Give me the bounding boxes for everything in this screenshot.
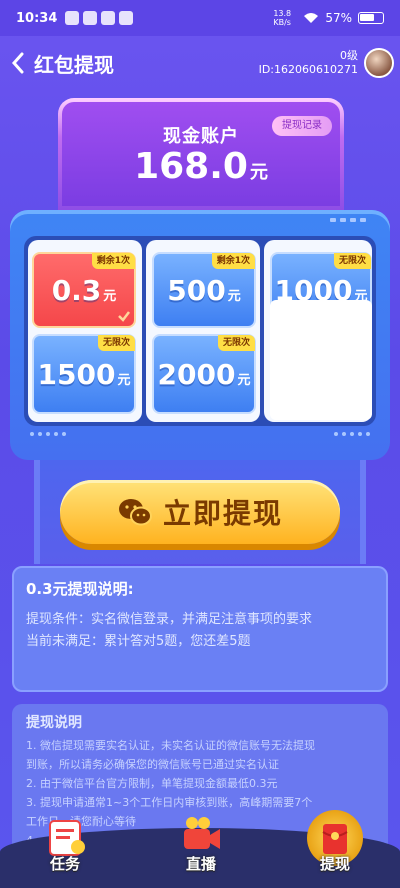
decor-bar [330, 218, 366, 222]
battery-text: 57% [325, 11, 352, 25]
nav-tasks[interactable]: 任务 [30, 810, 100, 888]
app-notification-icon [83, 11, 98, 25]
explain-title: 0.3元提现说明: [26, 580, 134, 598]
decor-dots [30, 432, 66, 436]
option-badge: 剩余1次 [91, 253, 135, 269]
option-0-3[interactable]: 0.3 元 剩余1次 [32, 252, 136, 328]
option-amount: 500 [167, 273, 226, 307]
withdraw-options-frame: 0.3 元 剩余1次 500 元 剩余1次 1000 元 无限次 1500 元 无限次 … [10, 210, 390, 460]
app-notification-icon [65, 11, 80, 25]
back-icon[interactable] [6, 51, 30, 75]
avatar[interactable] [364, 48, 394, 78]
rules-line: 2. 由于微信平台官方限制，单笔提现金额最低0.3元 [26, 777, 278, 790]
option-unit: 元 [237, 372, 251, 388]
app-notification-icon [119, 11, 134, 25]
account-balance: 168.0 元 [62, 146, 340, 187]
rules-line: 1. 微信提现需要实名认证，未实名认证的微信账号无法提现 [26, 739, 315, 752]
check-icon [118, 311, 130, 322]
nav-tasks-label: 任务 [49, 855, 80, 873]
page-title: 红包提现 [34, 52, 114, 77]
balance-unit: 元 [249, 162, 268, 183]
user-id: ID:162060610271 [258, 63, 358, 76]
wifi-icon [304, 13, 319, 23]
option-badge: 剩余1次 [211, 253, 255, 269]
withdraw-explanation: 0.3元提现说明: 提现条件：实名微信登录，并满足注意事项的要求 当前未满足：累… [12, 566, 388, 692]
option-unit: 元 [117, 372, 131, 388]
notification-icons [65, 11, 134, 25]
status-bar: 10:34 13.8 KB/s 57% [0, 0, 400, 36]
withdraw-now-label: 立即提现 [162, 497, 283, 530]
option-badge: 无限次 [97, 335, 135, 351]
decor-dots [334, 432, 370, 436]
rules-line: 到账，所以请务必确保您的微信账号已通过实名认证 [26, 758, 279, 771]
network-speed: 13.8 KB/s [273, 9, 292, 27]
option-1500[interactable]: 1500 元 无限次 [32, 334, 136, 414]
option-unit: 元 [227, 288, 241, 304]
empty-slot [270, 300, 372, 420]
rules-title: 提现说明 [26, 715, 82, 731]
status-time: 10:34 [16, 10, 58, 26]
withdraw-now-button[interactable]: 立即提现 [60, 480, 340, 544]
nav-withdraw[interactable]: 提现 [300, 810, 370, 888]
option-badge: 无限次 [333, 253, 371, 269]
header: 红包提现 0级 ID:162060610271 [0, 38, 400, 88]
wechat-icon [118, 499, 152, 526]
option-badge: 无限次 [217, 335, 255, 351]
option-unit: 元 [103, 288, 117, 304]
option-500[interactable]: 500 元 剩余1次 [152, 252, 256, 328]
app-notification-icon [101, 11, 116, 25]
options-panel: 0.3 元 剩余1次 500 元 剩余1次 1000 元 无限次 1500 元 无限次 … [24, 236, 376, 426]
user-info: 0级 ID:162060610271 [259, 49, 358, 77]
explain-unmet: 当前未满足：累计答对5题，您还差5题 [26, 634, 251, 649]
option-2000[interactable]: 2000 元 无限次 [152, 334, 256, 414]
option-amount: 1500 [37, 357, 116, 391]
option-amount: 2000 [157, 357, 236, 391]
withdraw-record-button[interactable]: 提现记录 [272, 116, 332, 136]
explain-conditions: 提现条件：实名微信登录，并满足注意事项的要求 [26, 612, 313, 627]
balance-value: 168.0 [134, 146, 248, 187]
user-level: 0级 [340, 49, 358, 62]
battery-icon [358, 12, 384, 24]
option-amount: 0.3 [51, 273, 102, 307]
cash-account-card: 现金账户 提现记录 168.0 元 [58, 98, 344, 210]
nav-live[interactable]: 直播 [166, 810, 236, 888]
nav-withdraw-label: 提现 [319, 855, 350, 873]
nav-live-label: 直播 [185, 855, 216, 873]
